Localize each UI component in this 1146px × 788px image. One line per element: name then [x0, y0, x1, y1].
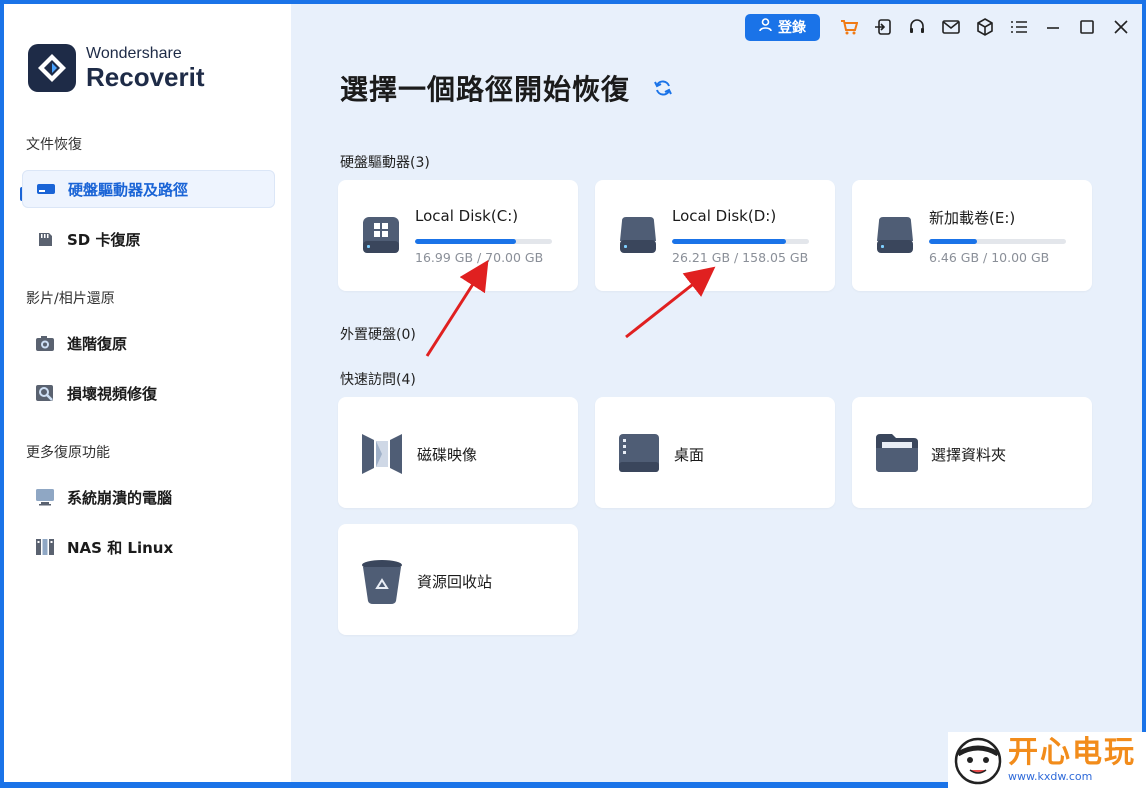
drive-card-c[interactable]: Local Disk(C:) 16.99 GB / 70.00 GB [338, 180, 578, 291]
drive-usage-bar [672, 239, 809, 244]
sidebar-item-crashed-pc[interactable]: 系統崩潰的電腦 [22, 478, 275, 516]
sidebar-item-label: SD 卡復原 [67, 230, 141, 249]
sidebar-item-hard-drive[interactable]: 硬盤驅動器及路徑 [22, 170, 275, 208]
external-section-title: 外置硬盤(0) [340, 327, 416, 343]
drive-size: 16.99 GB / 70.00 GB [415, 250, 544, 265]
page-title: 選擇一個路徑開始恢復 [340, 73, 631, 106]
quick-card-desktop[interactable]: 桌面 [595, 397, 835, 508]
watermark: 开心电玩 www.kxdw.com [948, 732, 1146, 788]
windows-drive-icon [360, 215, 402, 259]
product-name: Recoverit [86, 62, 205, 92]
hard-drive-icon [874, 215, 916, 259]
mail-icon[interactable] [934, 12, 968, 42]
headset-icon[interactable] [900, 12, 934, 42]
section-title-photo-video: 影片/相片還原 [26, 291, 115, 307]
quick-label: 資源回收站 [417, 573, 493, 591]
drive-size: 26.21 GB / 158.05 GB [672, 250, 809, 265]
login-label: 登錄 [778, 20, 806, 36]
camera-icon [34, 332, 56, 354]
login-button[interactable]: 登錄 [745, 13, 820, 41]
nas-icon [34, 536, 56, 558]
brand-name: Wondershare [86, 45, 182, 62]
refresh-icon[interactable] [653, 78, 673, 102]
quick-label: 桌面 [674, 446, 705, 464]
drive-usage-bar [415, 239, 552, 244]
quick-card-recycle-bin[interactable]: 資源回收站 [338, 524, 578, 635]
sidebar-item-label: 損壞視頻修復 [67, 384, 158, 403]
drive-size: 6.46 GB / 10.00 GB [929, 250, 1050, 265]
monitor-icon [34, 486, 56, 508]
quick-card-disk-image[interactable]: 磁碟映像 [338, 397, 578, 508]
drive-name: Local Disk(D:) [672, 207, 777, 225]
box-icon[interactable] [968, 12, 1002, 42]
drive-name: 新加載卷(E:) [929, 209, 1016, 227]
sidebar-item-advanced-recovery[interactable]: 進階復原 [22, 324, 275, 362]
folder-icon [874, 432, 920, 478]
hard-drive-icon [617, 215, 659, 259]
mascot-logo-icon [948, 732, 1008, 788]
cart-icon[interactable] [832, 12, 866, 42]
drive-card-d[interactable]: Local Disk(D:) 26.21 GB / 158.05 GB [595, 180, 835, 291]
watermark-text: 开心电玩 [1008, 734, 1136, 770]
disk-image-icon [360, 432, 404, 480]
quick-label: 磁碟映像 [417, 446, 478, 464]
drive-usage-bar [929, 239, 1066, 244]
sidebar-item-sd-card[interactable]: SD 卡復原 [22, 220, 275, 258]
app-window: Wondershare Recoverit 文件恢復 硬盤驅動器及路徑 SD 卡… [4, 4, 1142, 782]
quick-card-select-folder[interactable]: 選擇資料夾 [852, 397, 1092, 508]
sign-in-icon[interactable] [866, 12, 900, 42]
title-bar: 登錄 [745, 12, 1142, 42]
quick-label: 選擇資料夾 [931, 446, 1007, 464]
sidebar: Wondershare Recoverit 文件恢復 硬盤驅動器及路徑 SD 卡… [4, 4, 291, 782]
close-icon[interactable] [1104, 12, 1138, 42]
drive-usage-fill [929, 239, 977, 244]
desktop-icon [617, 432, 661, 480]
watermark-url: www.kxdw.com [1008, 769, 1093, 783]
drives-section-title: 硬盤驅動器(3) [340, 155, 430, 171]
sidebar-item-label: 硬盤驅動器及路徑 [68, 180, 189, 199]
sidebar-item-label: 進階復原 [67, 334, 128, 353]
quick-access-section-title: 快速訪問(4) [340, 372, 416, 388]
video-repair-icon [34, 382, 56, 404]
sidebar-item-nas-linux[interactable]: NAS 和 Linux [22, 528, 275, 566]
sidebar-item-label: NAS 和 Linux [67, 538, 174, 557]
section-title-more: 更多復原功能 [26, 445, 110, 461]
recoverit-logo-icon [28, 44, 76, 92]
app-logo: Wondershare Recoverit [28, 44, 205, 92]
hard-drive-icon [35, 178, 57, 200]
recycle-bin-icon [360, 559, 404, 609]
drive-name: Local Disk(C:) [415, 207, 519, 225]
drive-card-e[interactable]: 新加載卷(E:) 6.46 GB / 10.00 GB [852, 180, 1092, 291]
minimize-icon[interactable] [1036, 12, 1070, 42]
menu-icon[interactable] [1002, 12, 1036, 42]
sd-card-icon [34, 228, 56, 250]
drive-usage-fill [672, 239, 786, 244]
user-icon [759, 18, 772, 36]
drive-usage-fill [415, 239, 517, 244]
sidebar-item-video-repair[interactable]: 損壞視頻修復 [22, 374, 275, 412]
section-title-file-recovery: 文件恢復 [26, 137, 82, 153]
maximize-icon[interactable] [1070, 12, 1104, 42]
sidebar-item-label: 系統崩潰的電腦 [67, 488, 173, 507]
